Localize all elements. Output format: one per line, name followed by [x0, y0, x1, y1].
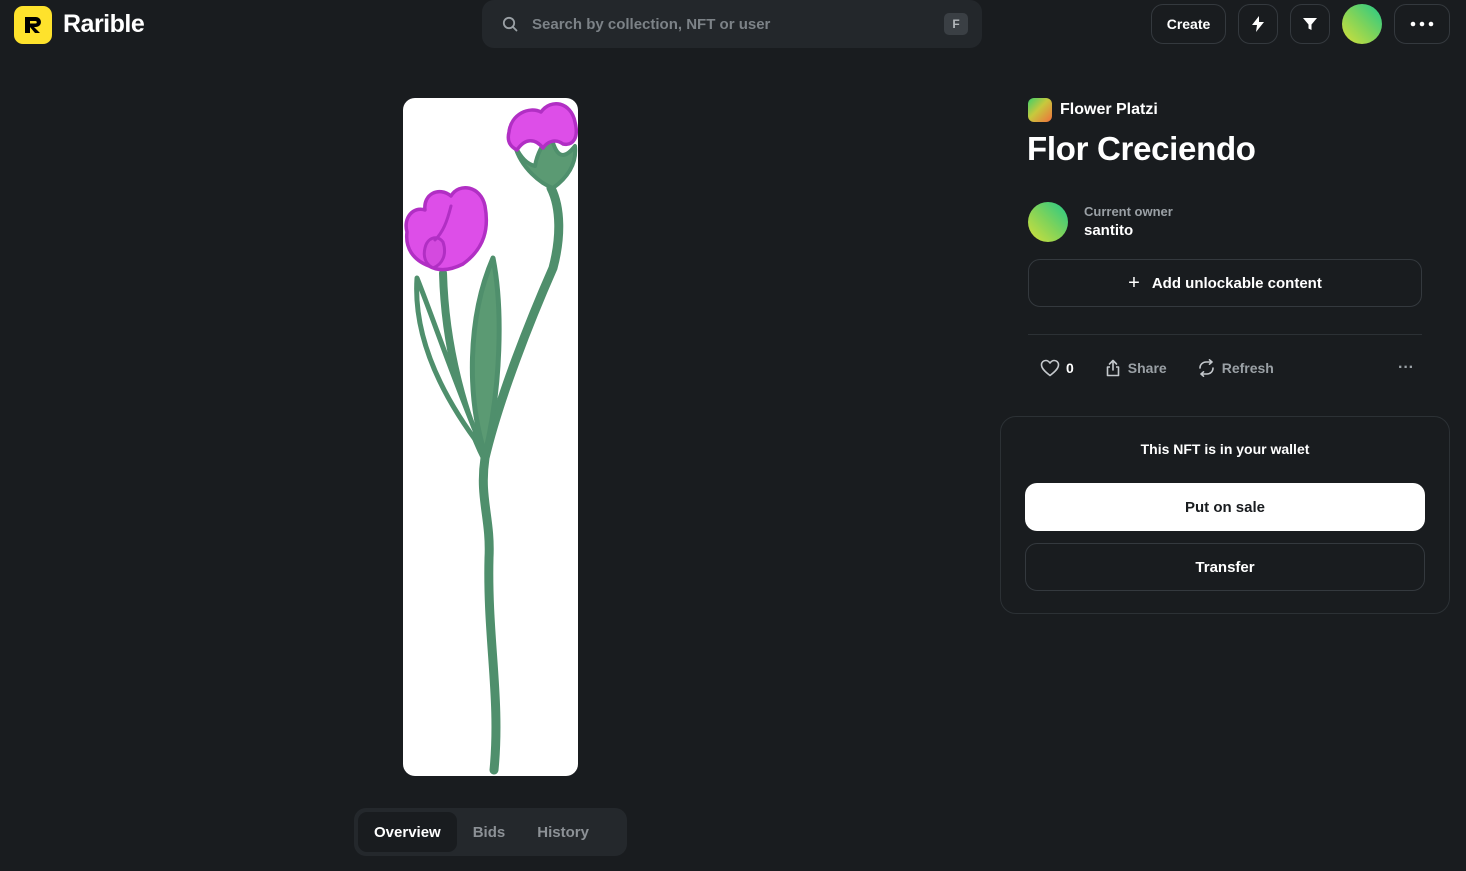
more-menu-button[interactable] [1394, 4, 1450, 44]
owner-label: Current owner [1084, 204, 1173, 219]
owner-name[interactable]: santito [1084, 222, 1133, 239]
wallet-message: This NFT is in your wallet [1140, 441, 1310, 457]
rarible-logo[interactable] [14, 6, 52, 44]
search-bar[interactable]: F [482, 0, 982, 48]
search-shortcut-key: F [944, 13, 968, 35]
bolt-icon [1252, 16, 1264, 32]
more-horizontal-icon [1410, 21, 1434, 27]
nft-title: Flor Creciendo [1027, 130, 1256, 167]
tab-overview[interactable]: Overview [358, 812, 457, 852]
refresh-icon [1198, 359, 1214, 377]
wallet-card: This NFT is in your wallet Put on sale T… [1000, 416, 1450, 614]
share-label: Share [1127, 360, 1167, 376]
nft-actions: 0 Share Refresh [1040, 356, 1304, 380]
user-avatar[interactable] [1342, 4, 1382, 44]
transfer-button[interactable]: Transfer [1025, 543, 1425, 591]
search-icon [502, 16, 518, 32]
like-button[interactable]: 0 [1040, 359, 1074, 377]
detail-tabs: Overview Bids History [354, 808, 627, 856]
brand-name[interactable]: Rarible [63, 10, 145, 39]
refresh-button[interactable]: Refresh [1197, 359, 1274, 377]
filter-button[interactable] [1290, 4, 1330, 44]
share-icon [1106, 359, 1120, 377]
share-button[interactable]: Share [1104, 359, 1167, 377]
tab-bids[interactable]: Bids [457, 812, 522, 852]
flower-illustration [404, 101, 578, 775]
collection-icon [1028, 98, 1052, 122]
search-input[interactable] [532, 15, 944, 33]
like-count: 0 [1066, 360, 1074, 376]
rarible-logo-icon [25, 17, 41, 33]
add-unlockable-content-button[interactable]: + Add unlockable content [1028, 259, 1422, 307]
owner-avatar[interactable] [1028, 202, 1068, 242]
put-on-sale-button[interactable]: Put on sale [1025, 483, 1425, 531]
collection-link[interactable]: Flower Platzi [1028, 98, 1158, 122]
divider [1028, 334, 1422, 335]
heart-icon [1040, 359, 1060, 377]
activity-button[interactable] [1238, 4, 1278, 44]
tab-history[interactable]: History [521, 812, 605, 852]
filter-icon [1303, 18, 1317, 30]
collection-name: Flower Platzi [1060, 101, 1158, 118]
create-button[interactable]: Create [1151, 4, 1226, 44]
add-unlockable-content-label: Add unlockable content [1151, 274, 1322, 292]
refresh-label: Refresh [1221, 360, 1274, 376]
plus-icon: + [1128, 271, 1140, 294]
nft-artwork[interactable] [403, 98, 578, 776]
nft-more-button[interactable]: ··· [1394, 358, 1418, 378]
